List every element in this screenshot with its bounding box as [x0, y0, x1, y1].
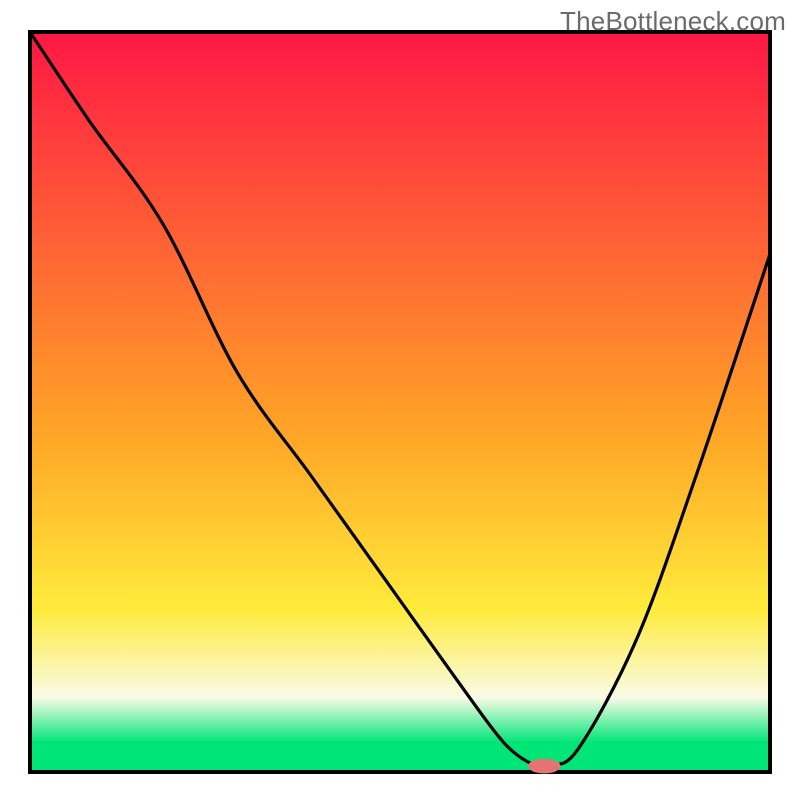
optimum-marker [528, 759, 561, 774]
chart-svg [0, 0, 800, 800]
chart-container: TheBottleneck.com [0, 0, 800, 800]
gradient-background [30, 32, 770, 772]
watermark-text: TheBottleneck.com [560, 6, 786, 37]
